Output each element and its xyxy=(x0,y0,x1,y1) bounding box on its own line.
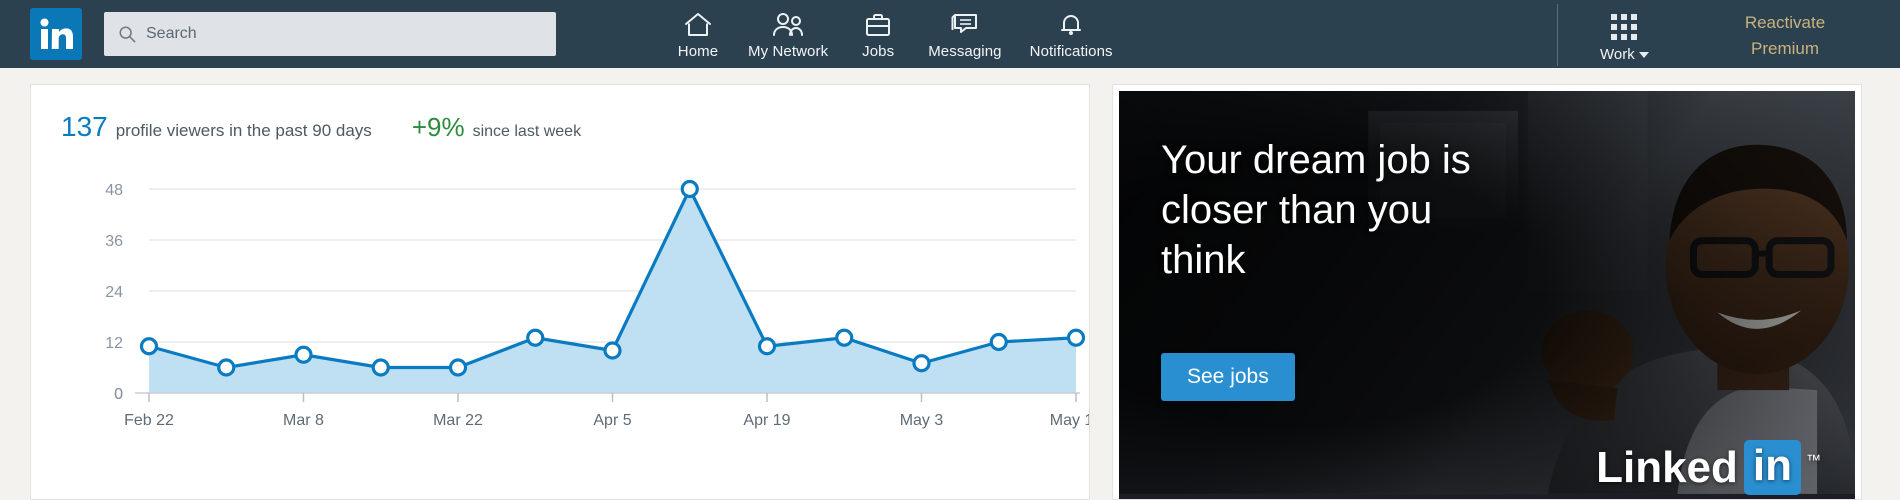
grid-icon xyxy=(1611,14,1638,40)
people-icon xyxy=(770,8,806,38)
ad-photo: Your dream job is closer than you think … xyxy=(1119,91,1855,499)
svg-text:Apr 5: Apr 5 xyxy=(593,412,631,429)
home-icon xyxy=(683,8,713,38)
ad-linkedin-logo: Linked in ™ xyxy=(1596,440,1821,495)
svg-text:Feb 22: Feb 22 xyxy=(124,412,174,429)
nav-label-home: Home xyxy=(677,43,719,60)
change-block: +9% since last week xyxy=(412,112,581,143)
bell-icon xyxy=(1057,8,1085,38)
nav-label-messaging: Messaging xyxy=(928,43,1002,60)
top-navigation-bar: Home My Network Jobs xyxy=(0,0,1900,68)
nav-item-home[interactable]: Home xyxy=(662,8,734,60)
svg-text:Mar 8: Mar 8 xyxy=(283,412,324,429)
svg-text:36: 36 xyxy=(105,233,123,250)
work-menu[interactable]: Work xyxy=(1600,8,1649,63)
page-body: 137 profile viewers in the past 90 days … xyxy=(0,68,1900,500)
search-box[interactable] xyxy=(104,12,556,56)
premium-line-1: Reactivate xyxy=(1744,13,1826,32)
message-icon xyxy=(949,8,981,38)
nav-divider xyxy=(1557,4,1558,66)
nav-label-my-network: My Network xyxy=(748,43,829,60)
svg-text:48: 48 xyxy=(105,182,123,199)
work-label: Work xyxy=(1600,46,1649,63)
svg-text:May 3: May 3 xyxy=(900,412,944,429)
svg-text:12: 12 xyxy=(105,335,123,352)
viewer-count-block: 137 profile viewers in the past 90 days xyxy=(61,111,372,143)
briefcase-icon xyxy=(863,8,893,38)
svg-text:0: 0 xyxy=(114,386,123,403)
nav-item-notifications[interactable]: Notifications xyxy=(1016,8,1127,60)
viewer-count: 137 xyxy=(61,111,108,142)
profile-viewers-card: 137 profile viewers in the past 90 days … xyxy=(30,84,1090,500)
chevron-down-icon xyxy=(1638,51,1649,58)
search-icon xyxy=(119,26,136,43)
see-jobs-button[interactable]: See jobs xyxy=(1161,353,1295,401)
chart-svg: 0 12 24 36 48 Feb 22 Mar 8 Mar 22 Apr 5 Apr 19 May… xyxy=(105,179,1090,429)
nav-links: Home My Network Jobs Messaging Notificat… xyxy=(662,8,1127,60)
svg-text:Mar 22: Mar 22 xyxy=(433,412,483,429)
change-label: since last week xyxy=(472,123,582,140)
ad-logo-tm: ™ xyxy=(1806,452,1821,469)
svg-text:May 17: May 17 xyxy=(1050,412,1090,429)
ad-logo-text: Linked xyxy=(1596,442,1738,492)
viewer-count-label: profile viewers in the past 90 days xyxy=(115,121,372,140)
ad-headline: Your dream job is closer than you think xyxy=(1161,138,1471,282)
svg-text:24: 24 xyxy=(105,284,123,301)
nav-label-jobs: Jobs xyxy=(862,43,895,60)
nav-item-my-network[interactable]: My Network xyxy=(734,8,842,60)
profile-viewers-chart[interactable]: 0 12 24 36 48 Feb 22 Mar 8 Mar 22 Apr 5 Apr 19 May… xyxy=(31,155,1090,499)
svg-text:Apr 19: Apr 19 xyxy=(743,412,790,429)
ad-logo-in: in xyxy=(1743,440,1801,495)
nav-item-messaging[interactable]: Messaging xyxy=(914,8,1015,60)
linkedin-logo[interactable] xyxy=(30,8,82,60)
nav-item-jobs[interactable]: Jobs xyxy=(842,8,914,60)
nav-label-notifications: Notifications xyxy=(1029,43,1113,60)
change-percent: +9% xyxy=(411,112,465,142)
search-input[interactable] xyxy=(146,25,542,43)
reactivate-premium-link[interactable]: Reactivate Premium xyxy=(1700,10,1870,62)
premium-line-2: Premium xyxy=(1750,39,1819,58)
stats-row: 137 profile viewers in the past 90 days … xyxy=(31,85,1089,143)
work-text: Work xyxy=(1600,46,1635,63)
advertisement-card[interactable]: Your dream job is closer than you think … xyxy=(1112,84,1862,500)
